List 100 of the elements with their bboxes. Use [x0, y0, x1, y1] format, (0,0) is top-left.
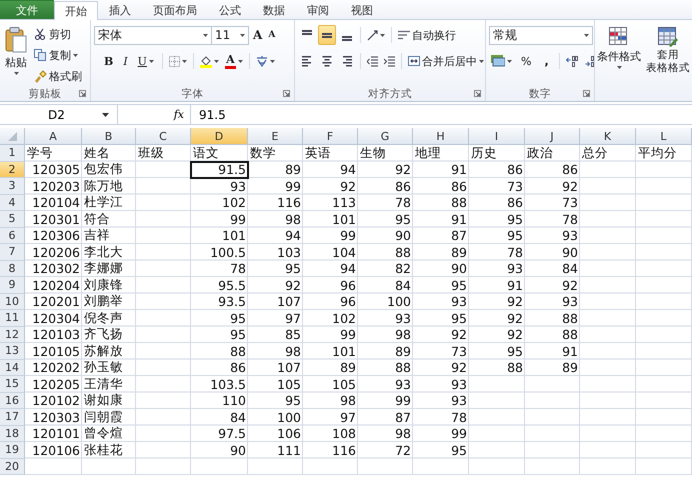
row-header[interactable]: 19: [0, 442, 25, 458]
column-header[interactable]: K: [580, 128, 636, 145]
table-cell-text: 82: [394, 260, 412, 277]
insert-function-button[interactable]: fx: [174, 108, 184, 121]
wrap-text-button[interactable]: 自动换行: [396, 25, 458, 45]
number-format-field[interactable]: 常规: [489, 26, 593, 44]
paste-button[interactable]: 粘贴: [3, 24, 29, 84]
merge-cells-icon: [408, 56, 420, 66]
grow-font-button[interactable]: A: [251, 25, 264, 45]
italic-button[interactable]: I: [119, 51, 132, 71]
format-as-table-button[interactable]: 套用 表格格式: [645, 24, 691, 84]
column-header[interactable]: F: [303, 128, 358, 145]
decrease-decimal-icon: [584, 56, 594, 66]
column-header[interactable]: A: [25, 128, 82, 145]
column-header[interactable]: H: [413, 128, 469, 145]
table-cell-text: 120302: [31, 260, 81, 277]
table-cell-text: 苏解放: [83, 343, 124, 360]
merge-center-button[interactable]: 合并后居中: [406, 51, 485, 71]
table-cell-text: 91: [450, 162, 468, 178]
row-header[interactable]: 2: [0, 162, 25, 178]
row-header[interactable]: 18: [0, 426, 25, 442]
table-cell-text: 93: [561, 228, 579, 244]
table-cell-text: 87: [450, 228, 468, 244]
column-header[interactable]: J: [525, 128, 580, 145]
caret-icon: [214, 60, 219, 62]
copy-button[interactable]: 复制: [32, 45, 84, 65]
row-header[interactable]: 20: [0, 458, 25, 475]
row-header[interactable]: 11: [0, 310, 25, 326]
ribbon-tab[interactable]: 审阅: [296, 1, 340, 19]
brush-icon: [34, 70, 47, 82]
ribbon-tab[interactable]: 开始: [54, 1, 98, 20]
row-header[interactable]: 8: [0, 260, 25, 277]
table-cell-text: 89: [394, 343, 412, 360]
diagonal-arrow-icon: [367, 30, 378, 40]
column-header[interactable]: E: [248, 128, 303, 145]
conditional-formatting-button[interactable]: 条件格式: [596, 24, 642, 84]
table-icon: [658, 27, 678, 47]
row-header[interactable]: 6: [0, 228, 25, 244]
row-header[interactable]: 16: [0, 392, 25, 409]
formula-field[interactable]: 91.5: [191, 108, 226, 122]
row-header[interactable]: 17: [0, 409, 25, 426]
table-cell-text: 72: [394, 442, 412, 458]
column-header[interactable]: B: [82, 128, 136, 145]
row-header[interactable]: 9: [0, 277, 25, 294]
font-size-field[interactable]: 11: [211, 26, 249, 44]
column-header[interactable]: L: [636, 128, 692, 145]
table-cell-text: 谢如康: [83, 392, 124, 409]
column-header[interactable]: G: [358, 128, 413, 145]
table-cell-text: 88: [561, 310, 579, 326]
row-header[interactable]: 3: [0, 178, 25, 194]
percent-button[interactable]: %: [516, 51, 536, 71]
row-header[interactable]: 10: [0, 294, 25, 310]
table-cell-text: 93: [561, 294, 579, 310]
font-name-field[interactable]: 宋体: [94, 26, 212, 44]
row-header[interactable]: 4: [0, 194, 25, 211]
table-cell-text: 刘鹏举: [83, 294, 124, 310]
row-header[interactable]: 1: [0, 145, 25, 162]
column-header[interactable]: I: [469, 128, 525, 145]
table-cell-text: 93: [394, 310, 412, 326]
font-color-button[interactable]: A: [222, 51, 245, 71]
table-cell-text: 平均分: [637, 145, 678, 162]
cut-button[interactable]: 剪切: [32, 24, 84, 44]
shrink-font-button[interactable]: A: [266, 25, 278, 45]
table-cell-text: 120306: [31, 228, 81, 244]
dialog-launcher-icon[interactable]: [79, 90, 86, 97]
table-cell-text: 92: [394, 162, 412, 178]
ribbon-tab[interactable]: 公式: [208, 1, 252, 19]
ribbon-tab[interactable]: 视图: [340, 1, 384, 19]
row-header[interactable]: 15: [0, 376, 25, 392]
ribbon-tab[interactable]: 页面布局: [142, 1, 208, 19]
file-menu-tab[interactable]: 文件: [0, 0, 54, 19]
name-box[interactable]: D2: [0, 105, 118, 124]
table-cell-text: 刘康锋: [83, 277, 124, 294]
row-header[interactable]: 14: [0, 360, 25, 376]
increase-decimal-icon: [566, 56, 579, 66]
table-cell-text: 78: [561, 211, 579, 228]
dialog-launcher-icon[interactable]: [583, 90, 590, 97]
dialog-launcher-icon[interactable]: [474, 90, 481, 97]
format-painter-button[interactable]: 格式刷: [32, 66, 84, 86]
ribbon-tab[interactable]: 数据: [252, 1, 296, 19]
row-header[interactable]: 13: [0, 343, 25, 360]
table-cell-text: 85: [284, 326, 302, 343]
comma-button[interactable]: ,: [538, 51, 555, 71]
underline-button[interactable]: U: [134, 51, 158, 71]
row-header[interactable]: 5: [0, 211, 25, 228]
table-cell-text: 120305: [31, 162, 81, 178]
row-header[interactable]: 7: [0, 244, 25, 260]
align-middle-button[interactable]: [318, 25, 336, 45]
column-header[interactable]: C: [136, 128, 191, 145]
table-cell-text: 95: [450, 277, 468, 294]
table-cell-text: 90: [450, 260, 468, 277]
row-header[interactable]: 12: [0, 326, 25, 343]
table-cell-text: 齐飞扬: [83, 326, 124, 343]
dialog-launcher-icon[interactable]: [283, 90, 290, 97]
ribbon-tab[interactable]: 插入: [98, 1, 142, 19]
copy-icon: [34, 48, 47, 62]
bold-button[interactable]: B: [100, 51, 118, 71]
table-cell-text: 107: [276, 294, 302, 310]
column-header[interactable]: D: [191, 128, 248, 145]
align-left-icon: [302, 55, 312, 67]
